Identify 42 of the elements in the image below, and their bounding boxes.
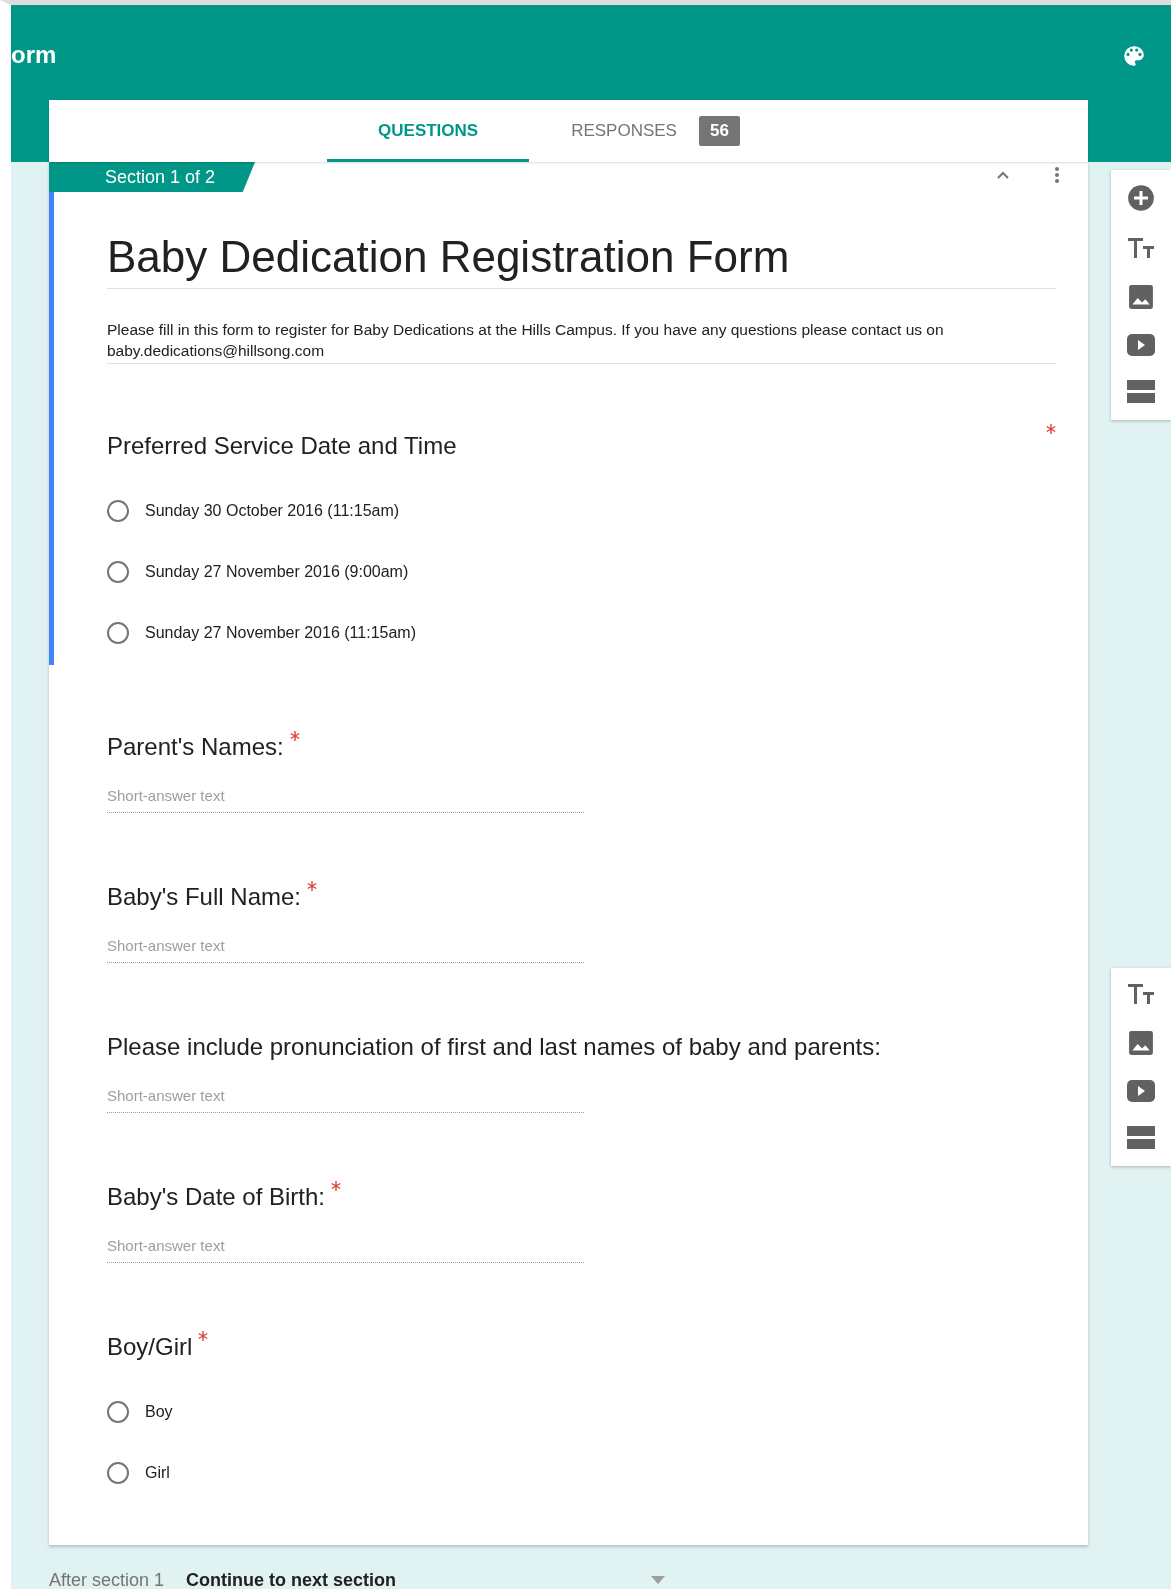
option-label: Girl (145, 1463, 170, 1482)
radio-button[interactable] (107, 1461, 129, 1484)
required-icon (289, 731, 300, 741)
section-icon[interactable] (1127, 1126, 1155, 1150)
image-icon[interactable] (1128, 284, 1154, 310)
title-icon[interactable] (1127, 236, 1155, 260)
question-title: Baby's Full Name: (107, 883, 301, 911)
response-count-badge: 56 (698, 116, 740, 146)
question-title: Preferred Service Date and Time (107, 432, 457, 460)
section-icon[interactable] (1127, 380, 1155, 404)
radio-button[interactable] (107, 621, 129, 644)
question-title: Boy/Girl (107, 1333, 193, 1361)
required-icon (307, 881, 317, 891)
option-label: Sunday 30 October 2016 (11:15am) (145, 501, 400, 520)
required-icon (331, 1181, 341, 1191)
question-title: Baby's Date of Birth: (107, 1183, 325, 1211)
form-title[interactable]: Baby Dedication Registration Form (107, 192, 1056, 289)
after-section-label: After section 1 (49, 1569, 165, 1589)
required-icon (198, 1331, 209, 1341)
title-icon[interactable] (1127, 982, 1155, 1006)
section-tag: Section 1 of 2 (49, 162, 256, 192)
radio-button[interactable] (107, 499, 129, 522)
option-label: Boy (145, 1402, 173, 1421)
video-icon[interactable] (1127, 334, 1155, 356)
question-title: Please include pronunciation of first and last names of baby and parents: (107, 1033, 881, 1061)
required-icon (1046, 424, 1056, 434)
radio-button[interactable] (107, 1400, 129, 1423)
form-title-text: orm (11, 41, 57, 69)
form-description[interactable]: Please fill in this form to register for Baby Dedications at the Hills Campus. If you have any questions please contact us on baby.dedications@hillsong.com (107, 289, 1056, 364)
video-icon[interactable] (1127, 1080, 1155, 1102)
more-icon[interactable] (1054, 166, 1060, 184)
radio-button[interactable] (107, 560, 129, 583)
collapse-icon[interactable] (996, 170, 1010, 180)
dropdown-caret-icon (651, 1576, 666, 1584)
palette-icon[interactable] (1121, 43, 1147, 69)
image-icon[interactable] (1128, 1030, 1154, 1056)
option-label: Sunday 27 November 2016 (11:15am) (145, 623, 416, 642)
add-question-icon[interactable] (1127, 184, 1155, 212)
question-title: Parent's Names: (107, 733, 284, 761)
tab[interactable]: RESPONSES (549, 100, 699, 162)
option-label: Sunday 27 November 2016 (9:00am) (145, 562, 409, 581)
section-navigation-dropdown[interactable]: Continue to next section (186, 1569, 666, 1589)
